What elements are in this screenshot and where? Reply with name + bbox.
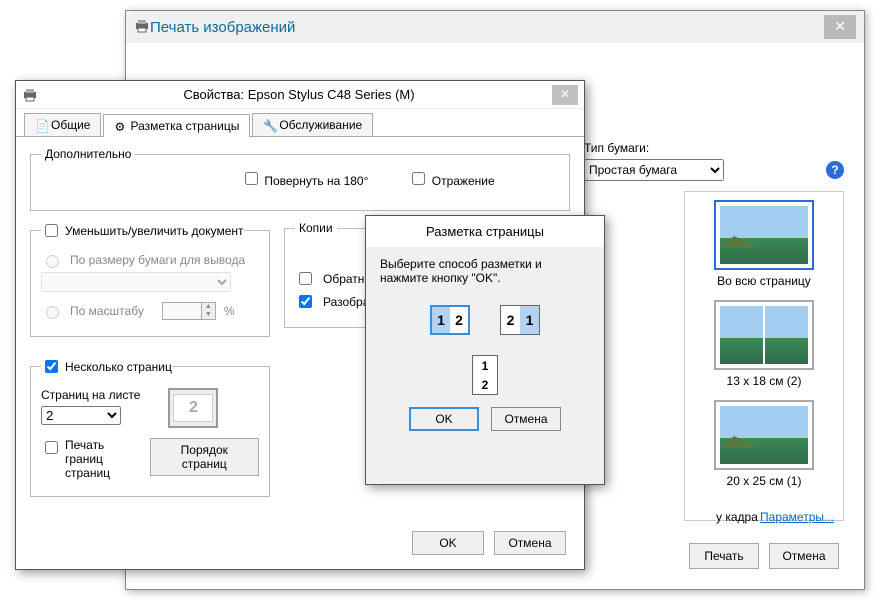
props-titlebar: Свойства: Epson Stylus C48 Series (M) ✕ [16, 81, 584, 109]
multi-page-group: Несколько страниц Страниц на листе 2 2 П… [30, 357, 270, 497]
paper-size-select [41, 272, 231, 292]
layout-icon: ⚙ [114, 120, 126, 132]
printer-small-icon [22, 87, 38, 103]
tabs: 📄 Общие ⚙ Разметка страницы 🔧 Обслуживан… [16, 109, 584, 137]
reduce-enlarge-option[interactable]: Уменьшить/увеличить документ [41, 221, 244, 240]
page-layout-popup: Разметка страницы Выберите способ размет… [365, 215, 605, 485]
reduce-checkbox[interactable] [45, 224, 58, 237]
additional-legend: Дополнительно [41, 147, 135, 161]
popup-instruction: Выберите способ разметки и нажмите кнопк… [380, 257, 590, 285]
pages-thumb-icon: 2 [168, 388, 218, 428]
props-title: Свойства: Epson Stylus C48 Series (M) [46, 87, 552, 102]
print-borders-option[interactable]: Печать границ страниц [41, 438, 142, 480]
outer-buttons: Печать Отмена [689, 543, 839, 569]
props-cancel-button[interactable]: Отмена [494, 531, 566, 555]
copies-legend: Копии [295, 221, 337, 235]
popup-title: Разметка страницы [366, 216, 604, 247]
props-buttons: OK Отмена [412, 531, 566, 555]
help-icon[interactable]: ? [826, 161, 844, 179]
scale-input [162, 302, 202, 320]
layout-option-21[interactable]: 2 1 [500, 305, 540, 335]
mirror-checkbox[interactable] [412, 172, 425, 185]
params-link[interactable]: Параметры... [760, 510, 834, 524]
doc-icon: 📄 [35, 119, 47, 131]
reduce-enlarge-group: Уменьшить/увеличить документ По размеру … [30, 221, 270, 337]
pages-per-sheet-select[interactable]: 2 [41, 406, 121, 425]
paper-type-label: Тип бумаги: [584, 141, 844, 155]
frame-label: у кадра [716, 510, 758, 524]
thumb-13x18[interactable]: 13 x 18 см (2) [689, 300, 839, 388]
paper-type-select[interactable]: Простая бумага [584, 159, 724, 181]
mirror-option[interactable]: Отражение [408, 169, 494, 188]
tab-page-layout[interactable]: ⚙ Разметка страницы [103, 114, 250, 137]
additional-group: Дополнительно Повернуть на 180° Отражени… [30, 147, 570, 211]
collate-checkbox[interactable] [299, 295, 312, 308]
close-icon[interactable]: ✕ [824, 15, 856, 39]
layout-option-vertical[interactable]: 1 2 [472, 355, 498, 395]
gear-icon: 🔧 [263, 119, 275, 131]
pages-per-sheet-label: Страниц на листе [41, 388, 140, 402]
props-ok-button[interactable]: OK [412, 531, 484, 555]
thumb-full-page[interactable]: Во всю страницу [689, 200, 839, 288]
rotate-180-option[interactable]: Повернуть на 180° [241, 169, 368, 188]
popup-cancel-button[interactable]: Отмена [491, 407, 561, 431]
outer-titlebar: Печать изображений ✕ [126, 11, 864, 43]
page-order-button[interactable]: Порядок страниц [150, 438, 259, 476]
popup-ok-button[interactable]: OK [409, 407, 479, 431]
print-button[interactable]: Печать [689, 543, 759, 569]
props-close-icon[interactable]: ✕ [552, 85, 578, 105]
borders-checkbox[interactable] [45, 441, 58, 454]
by-scale-radio [46, 306, 59, 319]
outer-title: Печать изображений [150, 19, 295, 36]
outer-cancel-button[interactable]: Отмена [769, 543, 839, 569]
tab-general[interactable]: 📄 Общие [24, 113, 101, 136]
thumb-20x25[interactable]: 20 x 25 см (1) [689, 400, 839, 488]
chevron-down-icon: ▼ [202, 311, 215, 319]
layout-thumbnails: Во всю страницу 13 x 18 см (2) 20 x 25 с… [684, 191, 844, 521]
multi-checkbox[interactable] [45, 360, 58, 373]
rotate-checkbox[interactable] [245, 172, 258, 185]
reverse-checkbox[interactable] [299, 272, 312, 285]
printer-icon [134, 18, 150, 37]
tab-maintenance[interactable]: 🔧 Обслуживание [252, 113, 373, 136]
fit-paper-radio [46, 255, 59, 268]
multi-page-option[interactable]: Несколько страниц [41, 357, 172, 376]
layout-option-12[interactable]: 1 2 [430, 305, 470, 335]
paper-type-panel: Тип бумаги: Простая бумага ? [584, 141, 844, 181]
chevron-up-icon: ▲ [202, 303, 215, 311]
